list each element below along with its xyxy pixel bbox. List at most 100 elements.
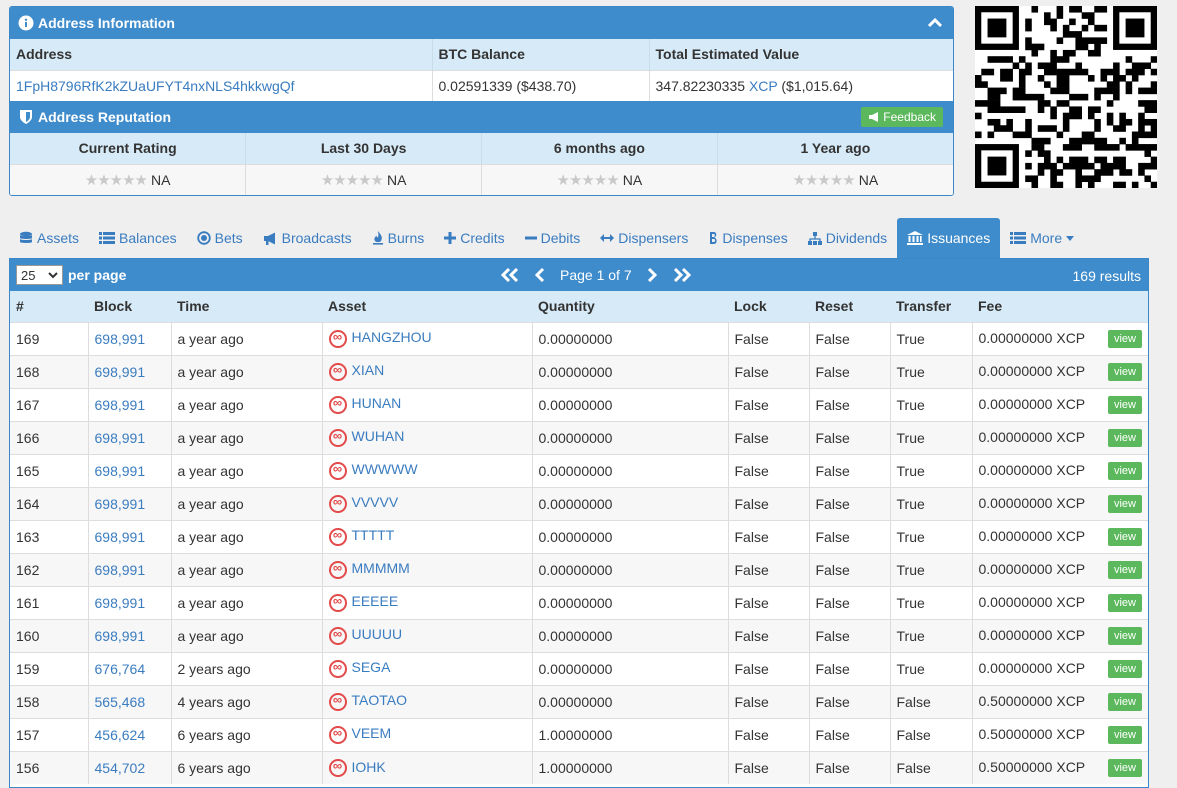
view-button[interactable]: view — [1107, 659, 1142, 678]
view-button[interactable]: view — [1107, 692, 1142, 711]
tab-dividends[interactable]: Dividends — [798, 218, 897, 258]
asset-link[interactable]: TTTTT — [352, 527, 395, 543]
column-header-total-value: Total Estimated Value — [649, 39, 953, 70]
tab-burns[interactable]: Burns — [362, 218, 435, 258]
tab-bets[interactable]: Bets — [187, 218, 253, 258]
per-page-select[interactable]: 25 — [16, 265, 63, 285]
fee-value: 0.00000000 XCP — [978, 395, 1086, 412]
cell-reset: False — [809, 519, 891, 553]
cell-block: 698,991 — [88, 618, 172, 652]
cell-id: 156 — [10, 750, 89, 784]
view-button[interactable]: view — [1107, 428, 1142, 447]
block-link[interactable]: 698,991 — [95, 529, 146, 545]
block-link[interactable]: 698,991 — [95, 496, 146, 512]
caret-down-icon — [1066, 235, 1075, 241]
cell-fee: view 0.00000000 XCP — [972, 486, 1148, 520]
feedback-button[interactable]: Feedback — [861, 107, 943, 127]
address-link[interactable]: 1FpH8796RfK2kZUaUFYT4nxNLS4hkkwgQf — [16, 78, 295, 94]
tab-assets[interactable]: Assets — [9, 218, 89, 258]
asset-link[interactable]: TAOTAO — [352, 692, 407, 708]
cell-id: 161 — [10, 585, 89, 619]
qr-code — [975, 6, 1158, 189]
block-link[interactable]: 698,991 — [95, 430, 146, 446]
list-icon — [99, 231, 116, 245]
asset-link[interactable]: XIAN — [352, 362, 385, 378]
tab-label: Burns — [387, 230, 425, 246]
asset-link[interactable]: SEGA — [352, 659, 391, 675]
asset-link[interactable]: MMMMM — [352, 560, 410, 576]
block-link[interactable]: 565,468 — [95, 694, 146, 710]
view-button[interactable]: view — [1107, 527, 1142, 546]
fee-value: 0.00000000 XCP — [978, 593, 1086, 610]
table-row: 160698,991a year agoUUUUU0.00000000False… — [10, 618, 1148, 652]
total-value-usd: ($1,015.64) — [781, 77, 853, 94]
cell-time: a year ago — [171, 618, 323, 652]
block-link[interactable]: 698,991 — [95, 463, 146, 479]
block-link[interactable]: 698,991 — [95, 331, 146, 347]
fee-value: 0.00000000 XCP — [978, 461, 1086, 478]
column-header-block: Block — [88, 291, 171, 322]
block-link[interactable]: 454,702 — [95, 760, 146, 776]
cell-fee: view 0.00000000 XCP — [972, 519, 1148, 553]
view-button[interactable]: view — [1107, 560, 1142, 579]
block-link[interactable]: 456,624 — [95, 727, 146, 743]
star-rating-icon: ★★★★★ — [556, 171, 620, 189]
tab-dispenses[interactable]: Dispenses — [698, 218, 797, 258]
view-button[interactable]: view — [1107, 395, 1142, 414]
view-button[interactable]: view — [1107, 758, 1142, 777]
cell-reset: False — [809, 618, 891, 652]
block-link[interactable]: 698,991 — [95, 562, 146, 578]
asset-link[interactable]: WUHAN — [352, 428, 405, 444]
per-page-label: per page — [68, 267, 127, 283]
view-button[interactable]: view — [1107, 329, 1142, 348]
tab-broadcasts[interactable]: Broadcasts — [253, 218, 362, 258]
cell-block: 698,991 — [88, 420, 172, 454]
xcp-link[interactable]: XCP — [749, 78, 778, 94]
tab-debits[interactable]: Debits — [515, 218, 591, 258]
view-button[interactable]: view — [1107, 461, 1142, 480]
previous-page-icon[interactable] — [534, 268, 546, 282]
tab-more[interactable]: More — [1000, 218, 1084, 258]
cell-asset: HANGZHOU — [322, 321, 533, 355]
chevron-up-icon[interactable] — [927, 15, 943, 31]
table-row: 167698,991a year agoHUNAN0.00000000False… — [10, 387, 1148, 421]
cell-asset: TAOTAO — [322, 684, 533, 718]
cell-asset: WUHAN — [322, 420, 533, 454]
asset-link[interactable]: EEEEE — [352, 593, 399, 609]
cell-block: 676,764 — [88, 651, 172, 685]
cell-lock: False — [728, 684, 810, 718]
block-link[interactable]: 698,991 — [95, 397, 146, 413]
tab-issuances[interactable]: Issuances — [897, 218, 1001, 258]
table-row: 169698,991a year agoHANGZHOU0.00000000Fa… — [10, 321, 1148, 355]
asset-link[interactable]: WWWWW — [352, 461, 418, 477]
total-value-cell: 347.82230335 XCP ($1,015.64) — [649, 69, 953, 101]
view-button[interactable]: view — [1107, 593, 1142, 612]
block-link[interactable]: 676,764 — [95, 661, 146, 677]
asset-link[interactable]: VEEM — [352, 725, 392, 741]
asset-link[interactable]: HANGZHOU — [352, 329, 432, 345]
block-link[interactable]: 698,991 — [95, 364, 146, 380]
first-page-icon[interactable] — [500, 268, 520, 282]
view-button[interactable]: view — [1107, 494, 1142, 513]
tab-dispensers[interactable]: Dispensers — [590, 218, 698, 258]
asset-link[interactable]: HUNAN — [352, 395, 402, 411]
tab-credits[interactable]: Credits — [434, 218, 514, 258]
view-button[interactable]: view — [1107, 362, 1142, 381]
tab-label: Credits — [460, 230, 505, 246]
view-button[interactable]: view — [1107, 626, 1142, 645]
next-page-icon[interactable] — [646, 268, 658, 282]
block-link[interactable]: 698,991 — [95, 595, 146, 611]
cell-transfer: True — [890, 321, 973, 355]
last-page-icon[interactable] — [672, 268, 692, 282]
asset-link[interactable]: IOHK — [352, 759, 386, 775]
block-link[interactable]: 698,991 — [95, 628, 146, 644]
asset-link[interactable]: UUUUU — [352, 626, 403, 642]
cell-reset: False — [809, 717, 891, 751]
address-info-table: Address BTC Balance Total Estimated Valu… — [10, 39, 953, 101]
cell-transfer: False — [890, 684, 973, 718]
cell-asset: SEGA — [322, 651, 533, 685]
asset-link[interactable]: VVVVV — [352, 494, 399, 510]
view-button[interactable]: view — [1107, 725, 1142, 744]
tab-balances[interactable]: Balances — [89, 218, 187, 258]
address-information-header[interactable]: Address Information — [10, 7, 953, 39]
